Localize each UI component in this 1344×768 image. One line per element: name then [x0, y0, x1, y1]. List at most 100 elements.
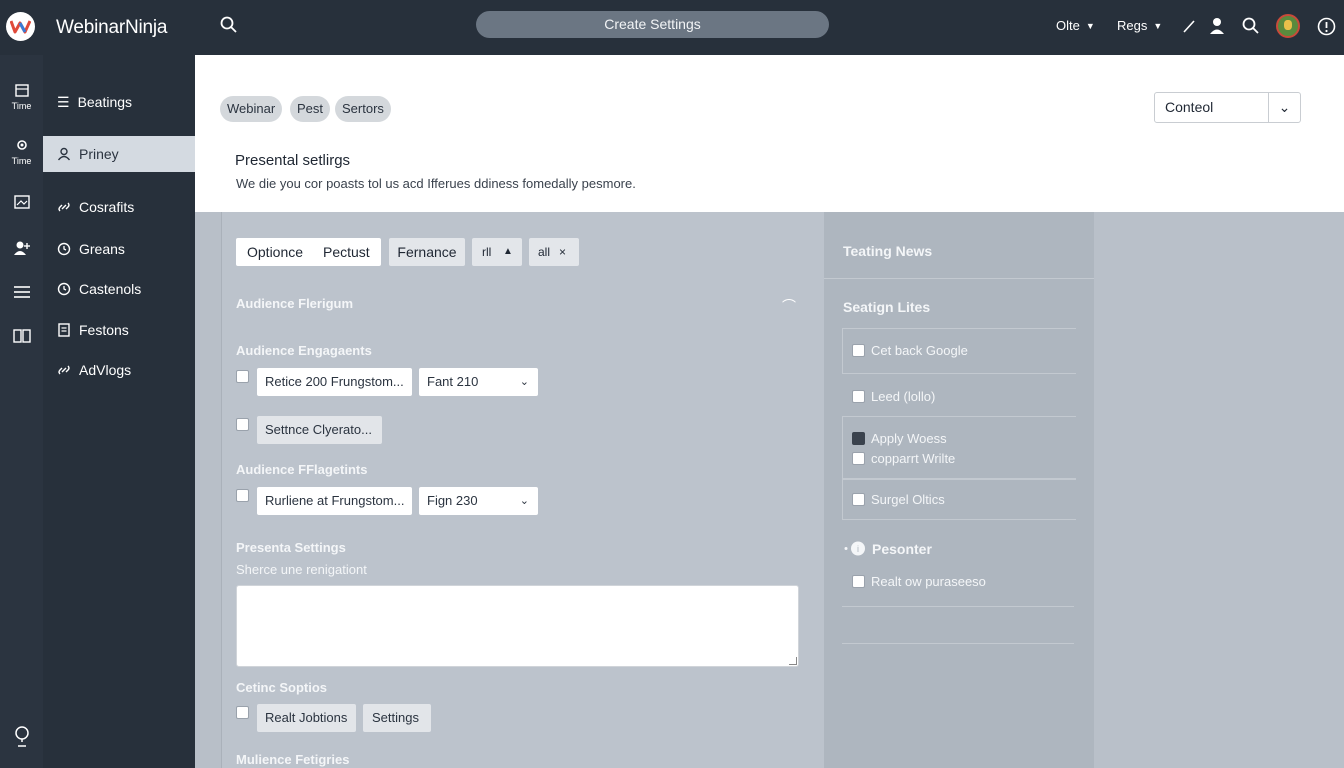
clock-icon — [57, 282, 71, 296]
realt-jobtions-button[interactable]: Realt Jobtions — [257, 704, 356, 732]
sidebar-item-label: Beatings — [77, 94, 133, 110]
settings-textarea[interactable] — [236, 585, 799, 667]
list-item[interactable]: Surgel Oltics — [871, 492, 945, 507]
checkbox-checked[interactable] — [852, 432, 865, 445]
user-icon[interactable] — [1209, 17, 1225, 38]
rail-item-users[interactable] — [0, 240, 43, 259]
divider — [824, 278, 1094, 279]
sidebar-item-label: Cosrafits — [79, 199, 135, 215]
page-title: Presental setlirgs — [235, 152, 351, 169]
rail-item-time[interactable]: Time — [0, 83, 43, 111]
right-panel: Teating News Seatign Lites Cet back Goog… — [824, 212, 1094, 768]
divider — [842, 643, 1074, 644]
chevron-up-icon: ▲ — [503, 246, 513, 257]
chevron-down-icon: ▼ — [1153, 20, 1163, 31]
list-icon — [13, 286, 30, 298]
close-icon[interactable]: × — [559, 238, 566, 266]
chip-sertors[interactable]: Sertors — [335, 96, 391, 122]
search-icon[interactable] — [220, 16, 238, 37]
contact-select[interactable]: Conteol ⌄ — [1154, 92, 1301, 123]
rail-item-help[interactable] — [0, 725, 43, 752]
audience-field-3[interactable]: Rurliene at Frungstom... — [257, 487, 412, 515]
info-icon[interactable] — [1317, 17, 1336, 39]
chip-webinar[interactable]: Webinar — [220, 96, 283, 122]
filter-rll[interactable]: rll ▲ — [472, 238, 522, 266]
create-settings-button[interactable]: Create Settings — [476, 11, 829, 38]
doc-icon — [58, 323, 70, 337]
sidebar-item-festons[interactable]: Festons — [43, 312, 195, 348]
list-item[interactable]: Apply Woess — [871, 431, 947, 446]
list-item[interactable]: copparrt Wrilte — [871, 451, 955, 466]
chip-pest[interactable]: Pest — [290, 96, 331, 122]
sidebar-item-priney[interactable]: Priney — [43, 136, 201, 172]
checkbox[interactable] — [852, 575, 865, 588]
contact-select-value: Conteol — [1165, 99, 1214, 115]
audience-select-1[interactable]: Fant 210 ⌄ — [419, 368, 538, 396]
rail-item-list[interactable] — [0, 285, 43, 302]
audience-field-1[interactable]: Retice 200 Frungstom... — [257, 368, 412, 396]
segment-pectust[interactable]: Pectust — [323, 238, 370, 266]
clock-icon — [57, 242, 71, 256]
regs-menu-label: Regs — [1117, 18, 1148, 33]
help-icon — [14, 726, 29, 747]
far-right-area — [1094, 212, 1344, 768]
presenter-icon: i — [844, 541, 866, 556]
rail-item-image[interactable] — [0, 195, 43, 212]
link-icon — [58, 202, 70, 212]
rail-label: Time — [11, 101, 32, 111]
list-item[interactable]: Leed (lollo) — [871, 389, 935, 404]
collapse-icon[interactable]: ⌒ — [782, 296, 796, 316]
olte-menu[interactable]: Olte ▼ — [1056, 18, 1095, 33]
sidebar-item-castenols[interactable]: Castenols — [43, 271, 195, 307]
audience-field-2[interactable]: Settnce Clyerato... — [257, 416, 382, 444]
checkbox[interactable] — [236, 370, 249, 383]
checkbox[interactable] — [852, 493, 865, 506]
page-description: We die you cor poasts tol us acd Ifferue… — [236, 176, 636, 191]
filter-all[interactable]: all × — [529, 238, 579, 266]
audience-select-3[interactable]: Fign 230 ⌄ — [419, 487, 538, 515]
checkbox[interactable] — [852, 452, 865, 465]
resize-handle[interactable] — [789, 657, 797, 665]
user-icon — [57, 147, 71, 161]
rail-item-time-settings[interactable]: Time — [0, 138, 43, 166]
rail-item-book[interactable] — [0, 328, 43, 347]
audience-select-3-value: Fign 230 — [427, 493, 478, 508]
sidebar-item-beatings[interactable]: ☰ Beatings — [43, 84, 195, 120]
checkbox[interactable] — [852, 344, 865, 357]
checkbox[interactable] — [852, 390, 865, 403]
checkbox[interactable] — [236, 489, 249, 502]
regs-menu[interactable]: Regs ▼ — [1117, 18, 1162, 33]
segment-fernance[interactable]: Fernance — [389, 238, 465, 266]
chevron-down-icon: ▼ — [1085, 20, 1095, 31]
sidebar-item-label: Festons — [79, 322, 129, 338]
chevron-down-icon: ⌄ — [519, 376, 529, 388]
search-icon[interactable] — [1242, 17, 1260, 38]
expand-icon[interactable] — [1182, 17, 1196, 38]
section-audience-engagaents: Audience Engagaents — [236, 343, 372, 358]
link-icon — [58, 365, 70, 375]
checkbox[interactable] — [236, 706, 249, 719]
book-icon — [12, 329, 31, 343]
sidebar-item-cosrafits[interactable]: Cosrafits — [43, 189, 195, 225]
sidebar-item-label: Greans — [79, 241, 125, 257]
sidebar-item-greans[interactable]: Greans — [43, 231, 195, 267]
brand-name[interactable]: WebinarNinja — [56, 17, 168, 39]
svg-text:i: i — [857, 544, 859, 554]
avatar[interactable] — [1276, 14, 1300, 38]
audience-select-1-value: Fant 210 — [427, 374, 479, 389]
list-item[interactable]: Cet back Google — [871, 343, 968, 358]
sidebar-item-label: Priney — [79, 146, 119, 162]
segment-optionce[interactable]: Optionce — [247, 238, 303, 266]
logo-icon[interactable] — [6, 12, 35, 41]
section-audience-flerigum: Audience Flerigum — [236, 296, 354, 311]
settings-icon — [16, 140, 27, 150]
image-icon — [13, 195, 30, 209]
filter-all-label: all — [538, 245, 551, 259]
rail-label: Time — [11, 156, 32, 166]
filter-rll-label: rll — [482, 245, 492, 259]
section-mulience-fetigries: Mulience Fetigries — [236, 752, 350, 767]
settings-button[interactable]: Settings — [363, 704, 431, 732]
sidebar-item-advlogs[interactable]: AdVlogs — [43, 352, 195, 388]
checkbox[interactable] — [236, 418, 249, 431]
list-item[interactable]: Realt ow puraseeso — [871, 574, 986, 589]
